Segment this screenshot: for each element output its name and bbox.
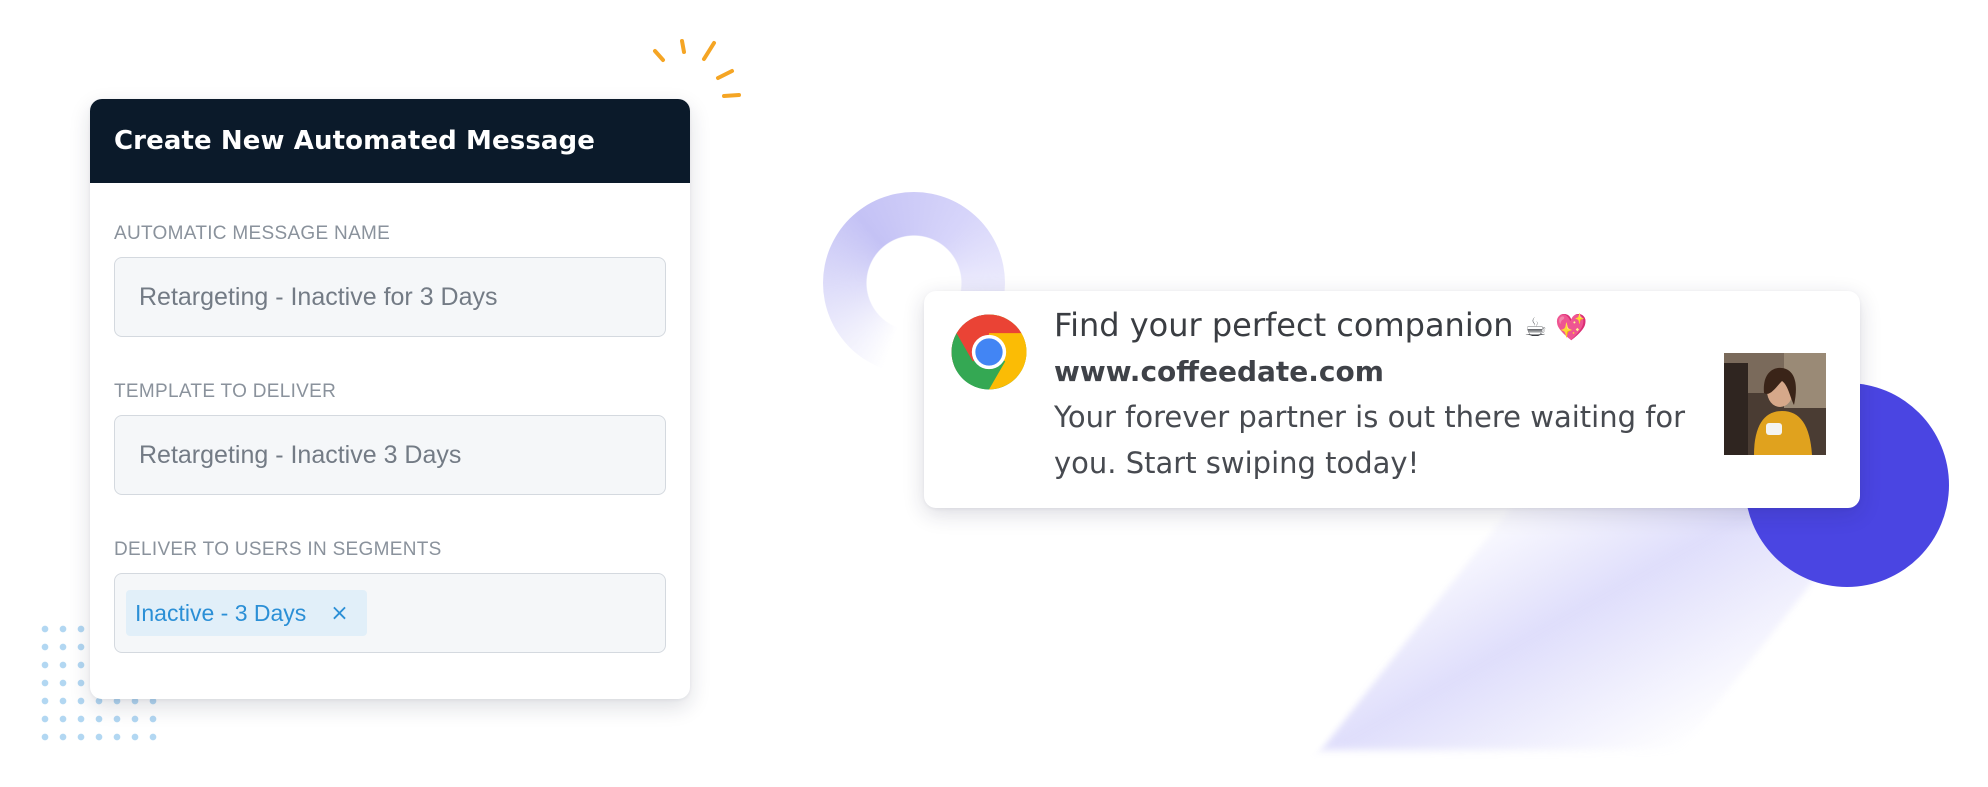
template-label: TEMPLATE TO DELIVER — [114, 381, 337, 402]
segment-chip[interactable]: Inactive - 3 Days × — [126, 590, 367, 636]
push-notification[interactable]: Find your perfect companion ☕ 💖 www.coff… — [924, 291, 1860, 508]
notification-body: Your forever partner is out there waitin… — [1054, 400, 1686, 480]
chrome-icon — [951, 314, 1027, 390]
segments-field: DELIVER TO USERS IN SEGMENTS Inactive - … — [114, 539, 666, 653]
card-header: Create New Automated Message — [90, 99, 690, 183]
message-name-field: AUTOMATIC MESSAGE NAME Retargeting - Ina… — [114, 223, 666, 337]
message-name-value: Retargeting - Inactive for 3 Days — [139, 282, 498, 311]
card-title: Create New Automated Message — [114, 126, 595, 156]
segments-label: DELIVER TO USERS IN SEGMENTS — [114, 539, 442, 560]
notification-title: Find your perfect companion ☕ 💖 — [1054, 306, 1588, 344]
message-name-input[interactable]: Retargeting - Inactive for 3 Days — [114, 257, 666, 337]
segments-input[interactable]: Inactive - 3 Days × — [114, 573, 666, 653]
notification-content: Find your perfect companion ☕ 💖 www.coff… — [1054, 305, 1694, 486]
automated-message-card: Create New Automated Message AUTOMATIC M… — [90, 99, 690, 699]
woman-with-coffee-photo — [1724, 353, 1826, 455]
notification-domain: www.coffeedate.com — [1054, 355, 1384, 388]
template-select[interactable]: Retargeting - Inactive 3 Days — [114, 415, 666, 495]
message-name-label: AUTOMATIC MESSAGE NAME — [114, 223, 391, 244]
template-value: Retargeting - Inactive 3 Days — [139, 440, 462, 469]
template-field: TEMPLATE TO DELIVER Retargeting - Inacti… — [114, 381, 666, 495]
coffee-heart-emoji-icon: ☕ 💖 — [1523, 313, 1588, 343]
segment-chip-label: Inactive - 3 Days — [135, 599, 307, 626]
remove-chip-close-icon[interactable]: × — [330, 601, 348, 626]
spark-decoration — [653, 39, 741, 98]
